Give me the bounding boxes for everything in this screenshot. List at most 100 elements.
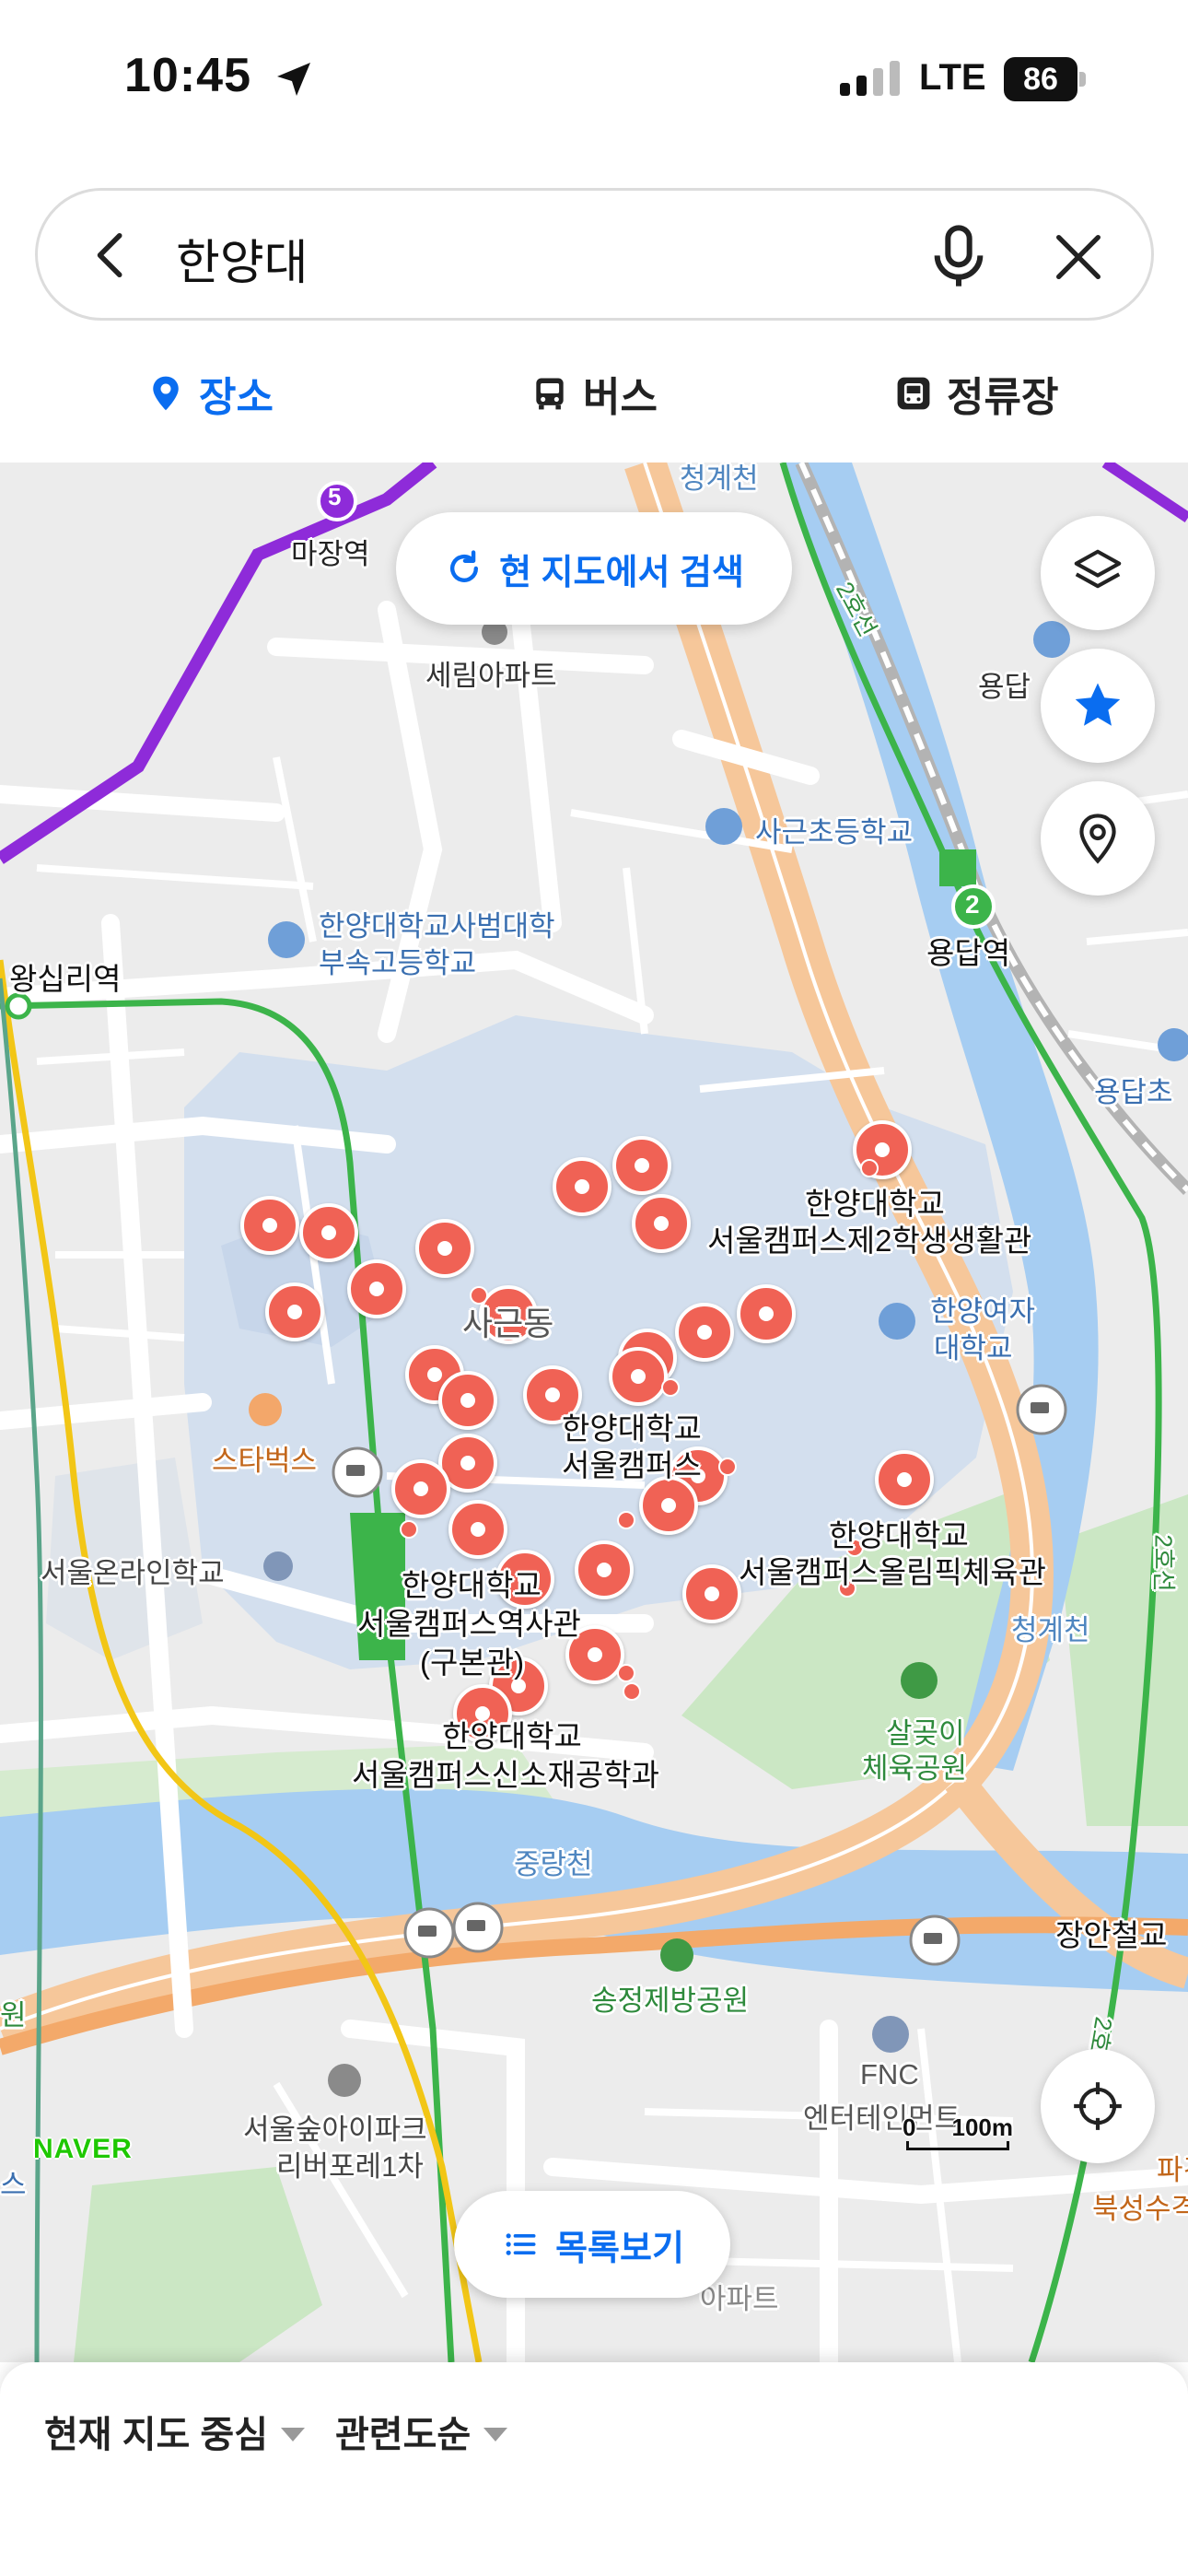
map-label: 왕십리역 bbox=[9, 962, 122, 996]
current-location-icon bbox=[1074, 2082, 1122, 2130]
search-result-pin[interactable] bbox=[240, 1196, 299, 1255]
map-label: 2호선 bbox=[1149, 1534, 1178, 1592]
search-result-pin[interactable] bbox=[737, 1284, 796, 1343]
search-this-area-label: 현 지도에서 검색 bbox=[499, 553, 744, 592]
map-label: 체육공원 bbox=[862, 1752, 968, 1785]
map-label: 대학교 bbox=[934, 1332, 1013, 1364]
search-result-dot[interactable] bbox=[617, 1664, 635, 1682]
map-label: 사근초등학교 bbox=[755, 816, 914, 849]
map-label: 한양대학교 bbox=[562, 1411, 702, 1446]
search-result-pin[interactable] bbox=[682, 1564, 741, 1623]
search-result-dot[interactable] bbox=[718, 1458, 737, 1476]
map-label: 세림아파트 bbox=[425, 660, 557, 692]
search-result-dot[interactable] bbox=[661, 1378, 680, 1397]
sort-order-dropdown[interactable]: 관련도순 bbox=[335, 2405, 508, 2458]
network-type: LTE bbox=[919, 57, 986, 98]
filter-label: 현재 지도 중심 bbox=[44, 2415, 269, 2455]
list-icon bbox=[506, 2233, 536, 2255]
list-view-label: 목록보기 bbox=[555, 2229, 684, 2268]
favorites-button[interactable] bbox=[1041, 649, 1155, 763]
search-result-dot[interactable] bbox=[400, 1520, 418, 1539]
location-arrow-icon bbox=[277, 63, 310, 96]
map-label: 송정제방공원 bbox=[591, 1985, 750, 2017]
search-result-pin[interactable] bbox=[553, 1157, 611, 1216]
caret-down-icon bbox=[483, 2427, 508, 2441]
map-label: 부속고등학교 bbox=[319, 947, 477, 979]
favorite-star-icon bbox=[1075, 683, 1121, 726]
naver-logo: NAVER bbox=[33, 2134, 133, 2164]
map-label: 중랑천 bbox=[514, 1848, 593, 1880]
search-result-pin[interactable] bbox=[415, 1219, 474, 1278]
search-input[interactable]: 한양대 bbox=[176, 224, 309, 293]
map-label: FNC bbox=[860, 2058, 919, 2090]
chevron-left-icon[interactable] bbox=[84, 228, 139, 283]
search-result-pin[interactable] bbox=[612, 1136, 671, 1195]
bus-icon bbox=[536, 378, 564, 410]
map-view[interactable]: 마장역 5 청계천 세림아파트 사근초등학교 용답 2 용답역 2호선 2호선 … bbox=[0, 463, 1188, 2362]
map-label: (구본관) bbox=[420, 1645, 525, 1680]
cellular-signal-icon bbox=[840, 61, 900, 96]
search-result-pin[interactable] bbox=[639, 1476, 698, 1535]
search-category-tabs: 장소 버스 정류장 bbox=[0, 341, 1188, 461]
refresh-icon bbox=[450, 550, 479, 582]
map-label: 한양대학교 bbox=[805, 1187, 945, 1221]
search-result-pin[interactable] bbox=[347, 1259, 406, 1318]
search-result-pin[interactable] bbox=[609, 1347, 668, 1406]
map-label: 서울캠퍼스신소재공학과 bbox=[352, 1758, 659, 1792]
place-marker-icon bbox=[1079, 814, 1116, 864]
tab-label: 장소 bbox=[199, 375, 274, 420]
search-result-dot[interactable] bbox=[617, 1511, 635, 1529]
tab-bus-stop[interactable]: 정류장 bbox=[893, 361, 1058, 426]
map-label: 서울숲아이파크 bbox=[243, 2113, 427, 2146]
close-icon[interactable] bbox=[1049, 228, 1108, 287]
search-result-pin[interactable] bbox=[299, 1203, 358, 1262]
scale-end: 100m bbox=[951, 2113, 1014, 2141]
map-center-filter-dropdown[interactable]: 현재 지도 중심 bbox=[44, 2405, 306, 2458]
map-label: 한양대학교 bbox=[402, 1568, 542, 1602]
microphone-icon[interactable] bbox=[922, 220, 996, 294]
search-result-pin[interactable] bbox=[632, 1194, 691, 1253]
search-result-pin[interactable] bbox=[391, 1459, 450, 1518]
tab-place[interactable]: 장소 bbox=[146, 361, 274, 426]
map-label: 장안철교 bbox=[1055, 1918, 1168, 1952]
battery-icon: 86 bbox=[1004, 57, 1087, 101]
map-label: 용답 bbox=[978, 671, 1031, 703]
search-result-pin[interactable] bbox=[265, 1282, 324, 1341]
map-label: 한양여자 bbox=[930, 1295, 1036, 1328]
map-label: 한양대학교사범대학 bbox=[319, 910, 555, 943]
tab-bus[interactable]: 버스 bbox=[530, 361, 658, 426]
map-label: 청계천 bbox=[1011, 1614, 1090, 1646]
search-result-pin[interactable] bbox=[448, 1500, 507, 1559]
map-label: 파견 bbox=[1157, 2154, 1188, 2186]
search-result-pin[interactable] bbox=[575, 1540, 634, 1599]
list-view-button[interactable]: 목록보기 bbox=[454, 2191, 730, 2298]
search-result-pin[interactable] bbox=[438, 1371, 497, 1430]
caret-down-icon bbox=[281, 2427, 306, 2441]
map-label: 사근동 bbox=[462, 1305, 554, 1342]
map-label: 청계천 bbox=[680, 463, 759, 495]
search-result-pin[interactable] bbox=[875, 1450, 934, 1509]
search-result-dot[interactable] bbox=[860, 1159, 879, 1177]
tab-label: 정류장 bbox=[947, 375, 1059, 420]
bus-stop-icon bbox=[897, 377, 930, 410]
map-label: 마장역 bbox=[291, 538, 370, 570]
map-label: 서울캠퍼스 bbox=[562, 1448, 702, 1482]
save-place-button[interactable] bbox=[1041, 781, 1155, 896]
results-bottom-sheet[interactable]: 현재 지도 중심 관련도순 bbox=[0, 2362, 1188, 2576]
layers-button[interactable] bbox=[1041, 516, 1155, 630]
scale-start: 0 bbox=[903, 2113, 916, 2141]
search-this-area-button[interactable]: 현 지도에서 검색 bbox=[396, 512, 792, 625]
map-label: 한양대학교 bbox=[442, 1719, 582, 1753]
map-label: 서울캠퍼스역사관 bbox=[357, 1607, 581, 1641]
map-scale: 0 100m bbox=[903, 2113, 1013, 2150]
map-label: 한양대학교 bbox=[829, 1518, 969, 1552]
map-label: 북성수격 bbox=[1092, 2193, 1188, 2225]
layers-icon bbox=[1074, 549, 1122, 589]
tab-label: 버스 bbox=[583, 375, 658, 420]
search-result-pin[interactable] bbox=[675, 1303, 734, 1362]
search-result-dot[interactable] bbox=[623, 1682, 641, 1701]
map-label: 용답역 bbox=[926, 936, 1011, 970]
filter-label: 관련도순 bbox=[335, 2415, 472, 2455]
search-bar[interactable]: 한양대 bbox=[35, 188, 1154, 321]
current-location-button[interactable] bbox=[1041, 2049, 1155, 2163]
